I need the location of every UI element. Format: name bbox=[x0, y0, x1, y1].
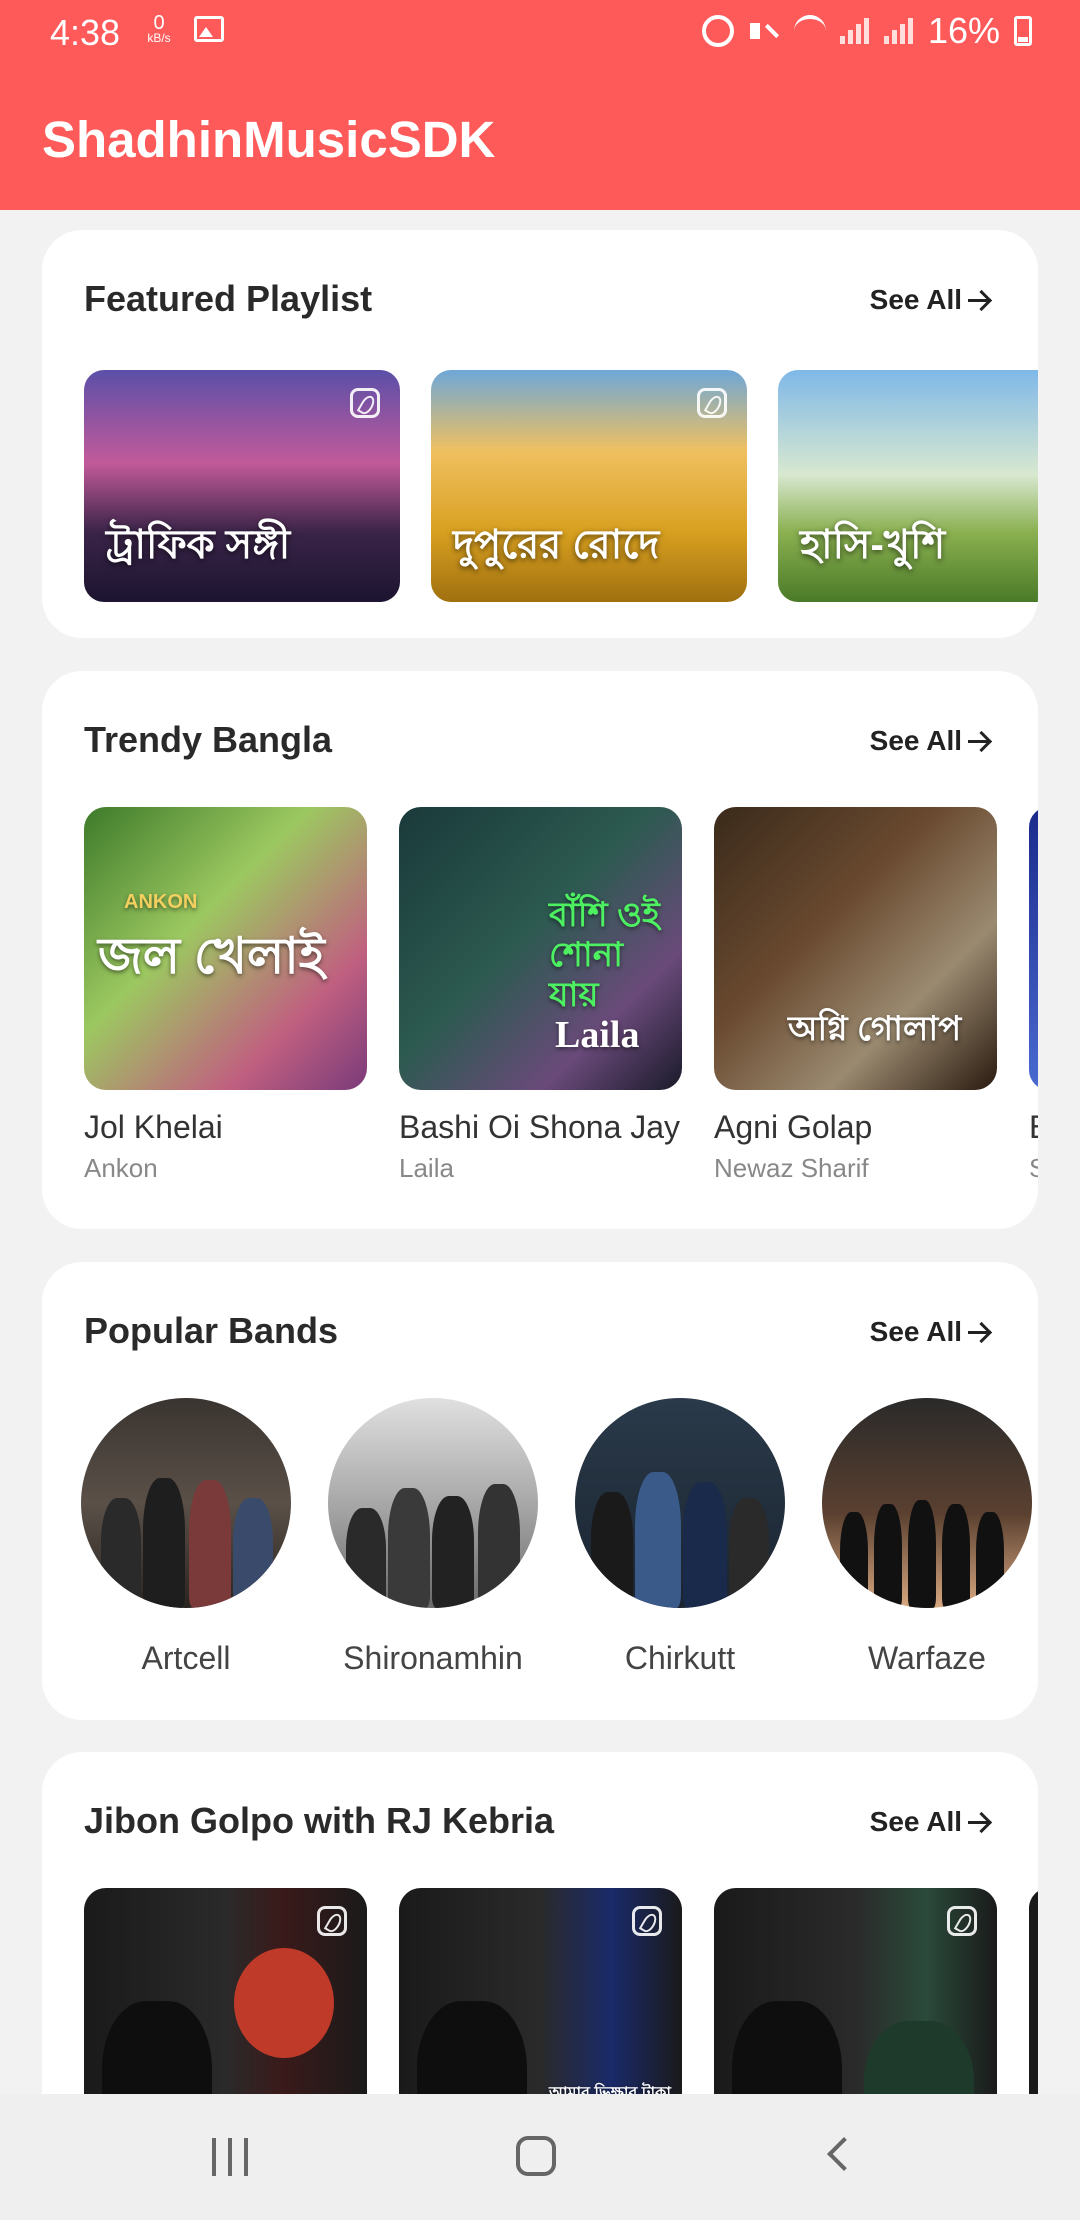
band-name[interactable]: Artcell bbox=[61, 1640, 311, 1677]
podcast-badge-icon bbox=[350, 388, 380, 418]
status-time: 4:38 bbox=[50, 12, 121, 53]
song-artwork[interactable]: ANKON জল খেলাই bbox=[84, 807, 367, 1090]
band-avatar[interactable] bbox=[575, 1398, 785, 1608]
network-speed: 0 kB/s bbox=[142, 12, 176, 45]
see-all-label: See All bbox=[869, 725, 962, 756]
playlist-label: হাসি-খুশি bbox=[800, 523, 946, 567]
popular-bands-section: Popular Bands See All Artcell Shironamhi… bbox=[42, 1262, 1038, 1720]
podcast-badge-icon bbox=[697, 388, 727, 418]
artwork-title: জল খেলাই bbox=[98, 928, 325, 984]
band-avatar[interactable] bbox=[822, 1398, 1032, 1608]
network-speed-unit: kB/s bbox=[147, 31, 171, 45]
band-avatar[interactable] bbox=[81, 1398, 291, 1608]
arrow-right-icon bbox=[968, 730, 990, 752]
artwork-caption: ANKON bbox=[124, 891, 198, 913]
artwork-title: অগ্নি গোলাপ bbox=[788, 1010, 962, 1048]
song-title[interactable]: B bbox=[1029, 1109, 1038, 1146]
battery-percent: 16% bbox=[927, 10, 1000, 51]
see-all-button[interactable]: See All bbox=[870, 284, 990, 316]
artwork-caption: Laila bbox=[555, 1014, 640, 1056]
trendy-bangla-section: Trendy Bangla See All ANKON জল খেলাই Jol… bbox=[42, 671, 1038, 1229]
band-name[interactable]: Chirkutt bbox=[555, 1640, 805, 1677]
band-avatar[interactable] bbox=[328, 1398, 538, 1608]
song-artist: Newaz Sharif bbox=[714, 1153, 869, 1183]
status-icons: 16% bbox=[701, 10, 1032, 52]
see-all-button[interactable]: See All bbox=[870, 725, 990, 757]
song-title[interactable]: Agni Golap bbox=[714, 1109, 872, 1146]
see-all-label: See All bbox=[869, 284, 962, 315]
arrow-right-icon bbox=[968, 1811, 990, 1833]
artwork-title: বাঁশি ওই শোনা যায় bbox=[549, 896, 660, 1014]
podcast-badge-icon bbox=[317, 1906, 347, 1936]
podcast-badge-icon bbox=[632, 1906, 662, 1936]
playlist-label: ট্রাফিক সঙ্গী bbox=[106, 523, 291, 567]
signal-icon-2 bbox=[883, 18, 914, 44]
playlist-tile[interactable]: দুপুরের রোদে bbox=[431, 370, 747, 602]
mute-icon bbox=[748, 15, 780, 47]
see-all-button[interactable]: See All bbox=[870, 1806, 990, 1838]
podcast-badge-icon bbox=[947, 1906, 977, 1936]
section-title: Featured Playlist bbox=[84, 278, 373, 319]
band-name[interactable]: Warfaze bbox=[802, 1640, 1038, 1677]
home-button[interactable] bbox=[516, 2136, 556, 2176]
section-title: Trendy Bangla bbox=[84, 719, 333, 760]
featured-playlist-section: Featured Playlist See All ট্রাফিক সঙ্গী … bbox=[42, 230, 1038, 638]
see-all-label: See All bbox=[869, 1316, 962, 1347]
status-bar: 4:38 0 kB/s 16% bbox=[0, 0, 1080, 64]
song-title[interactable]: Bashi Oi Shona Jay bbox=[399, 1109, 680, 1146]
jibon-golpo-section: Jibon Golpo with RJ Kebria See All আমার … bbox=[42, 1752, 1038, 2152]
see-all-label: See All bbox=[869, 1806, 962, 1837]
arrow-right-icon bbox=[968, 1321, 990, 1343]
see-all-button[interactable]: See All bbox=[870, 1316, 990, 1348]
arrow-right-icon bbox=[968, 289, 990, 311]
band-name[interactable]: Shironamhin bbox=[308, 1640, 558, 1677]
song-artwork[interactable]: অগ্নি গোলাপ bbox=[714, 807, 997, 1090]
app-title: ShadhinMusicSDK bbox=[42, 111, 496, 168]
song-artist: S bbox=[1029, 1153, 1038, 1183]
section-title: Jibon Golpo with RJ Kebria bbox=[84, 1800, 555, 1841]
song-artist: Laila bbox=[399, 1153, 454, 1183]
network-speed-value: 0 bbox=[153, 12, 165, 34]
wifi-icon bbox=[793, 15, 826, 47]
section-title: Popular Bands bbox=[84, 1310, 339, 1351]
playlist-label: দুপুরের রোদে bbox=[453, 523, 660, 567]
song-artist: Ankon bbox=[84, 1153, 158, 1183]
playlist-tile[interactable]: ট্রাফিক সঙ্গী bbox=[84, 370, 400, 602]
song-artwork[interactable]: বাঁশি ওই শোনা যায় Laila bbox=[399, 807, 682, 1090]
image-notification-icon bbox=[194, 16, 224, 42]
playlist-tile[interactable]: হাসি-খুশি bbox=[778, 370, 1038, 602]
recents-button[interactable] bbox=[212, 2138, 248, 2176]
song-title[interactable]: Jol Khelai bbox=[84, 1109, 223, 1146]
battery-icon bbox=[1014, 16, 1032, 46]
navigation-bar bbox=[0, 2094, 1080, 2220]
back-button[interactable] bbox=[827, 2137, 861, 2171]
alarm-icon bbox=[701, 15, 734, 47]
song-artwork[interactable] bbox=[1029, 807, 1038, 1090]
signal-icon bbox=[839, 18, 870, 44]
app-bar: ShadhinMusicSDK bbox=[0, 64, 1080, 210]
